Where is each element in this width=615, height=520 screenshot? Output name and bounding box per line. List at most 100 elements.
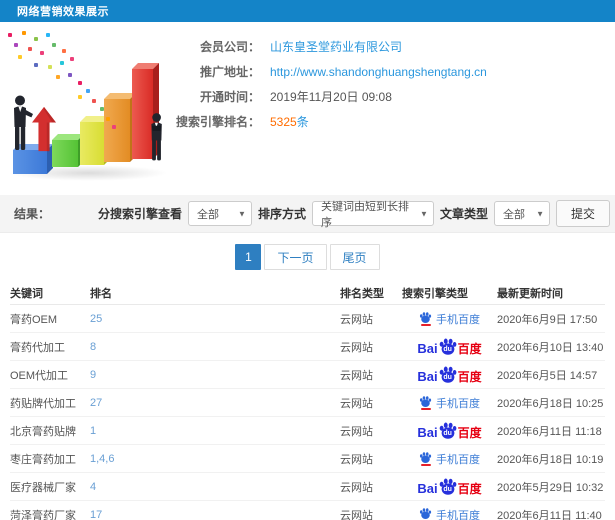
- account-info-section: 会员公司： 山东皇圣堂药业有限公司 推广地址： http://www.shand…: [0, 22, 615, 195]
- col-header-keyword: 关键词: [10, 287, 43, 300]
- account-info-rows: 会员公司： 山东皇圣堂药业有限公司 推广地址： http://www.shand…: [168, 34, 487, 134]
- sort-filter-select[interactable]: 关键词由短到长排序 ▼: [311, 201, 434, 229]
- title-bar: 网络营销效果展示: [0, 0, 615, 22]
- rank-type-cell: 云网站: [340, 509, 373, 520]
- baidu-paw-icon: du: [439, 478, 457, 495]
- member-company-label: 会员公司：: [199, 40, 260, 54]
- mobile-baidu-label: 手机百度: [436, 509, 480, 520]
- baidu-paw-icon: [419, 395, 432, 410]
- engine-type-cell: Bai du 百度: [402, 478, 497, 495]
- baidu-logo-du: du: [443, 486, 452, 493]
- growth-chart-illustration: [0, 27, 185, 192]
- promo-url-row: 推广地址： http://www.shandonghuangshengtang.…: [168, 59, 487, 84]
- keyword-cell: 药贴牌代加工: [10, 397, 76, 410]
- mobile-baidu-label: 手机百度: [436, 313, 480, 326]
- engine-type-cell: 手机百度: [402, 311, 497, 327]
- mobile-baidu-label: 手机百度: [436, 397, 480, 410]
- rank-link[interactable]: 25: [90, 313, 340, 325]
- rank-link[interactable]: 4: [90, 481, 340, 493]
- baidu-logo: Bai du 百度: [417, 366, 482, 384]
- rank-link[interactable]: 1,4,6: [90, 453, 340, 465]
- baidu-logo-du: du: [443, 346, 452, 353]
- updated-time-cell: 2020年6月18日 10:25: [497, 397, 604, 410]
- pagination: 1 下一页 尾页: [0, 233, 615, 281]
- baidu-paw-icon: du: [439, 366, 457, 383]
- rank-link[interactable]: 1: [90, 425, 340, 437]
- baidu-logo-bai: Bai: [417, 341, 438, 356]
- submit-button[interactable]: 提交: [555, 200, 610, 227]
- engine-rank-value: 5325条: [270, 115, 309, 129]
- page-button-current[interactable]: 1: [235, 244, 262, 270]
- baidu-paw-icon: [419, 507, 432, 520]
- rank-link[interactable]: 17: [90, 509, 340, 520]
- rank-link[interactable]: 27: [90, 397, 340, 409]
- keyword-cell: 枣庄膏药加工: [10, 453, 76, 466]
- engine-type-cell: 手机百度: [402, 395, 497, 411]
- updated-time-cell: 2020年6月10日 13:40: [497, 341, 604, 354]
- mobile-baidu-badge: 手机百度: [419, 507, 480, 520]
- member-company-link[interactable]: 山东皇圣堂药业有限公司: [270, 38, 402, 55]
- baidu-logo-cn: 百度: [457, 370, 482, 384]
- engine-type-cell: Bai du 百度: [402, 366, 497, 383]
- engine-filter-value: 全部: [196, 208, 219, 221]
- engine-type-cell: Bai du 百度: [402, 422, 497, 439]
- keyword-cell: 膏药代加工: [10, 341, 65, 354]
- chevron-down-icon: ▼: [238, 209, 246, 218]
- last-page-button[interactable]: 尾页: [329, 244, 380, 270]
- engine-type-cell: 手机百度: [402, 507, 497, 520]
- filter-bar: 结果： 分搜索引擎查看 全部 ▼ 排序方式 关键词由短到长排序 ▼ 文章类型 全…: [0, 195, 615, 233]
- table-header-row: 关键词 排名 排名类型 搜索引擎类型 最新更新时间: [10, 281, 605, 305]
- rank-link[interactable]: 9: [90, 369, 340, 381]
- baidu-paw-icon: [419, 311, 432, 326]
- baidu-logo-du: du: [443, 430, 452, 437]
- open-time-row: 开通时间： 2019年11月20日 09:08: [168, 84, 487, 109]
- table-row: 医疗器械厂家 4 云网站 Bai du 百度 2020年5月29日 10:32: [10, 473, 605, 501]
- article-type-select[interactable]: 全部 ▼: [493, 201, 550, 226]
- table-row: 药贴牌代加工 27 云网站 手机百度 2020年6月18日 10:25: [10, 389, 605, 417]
- updated-time-cell: 2020年5月29日 10:32: [497, 481, 604, 494]
- baidu-paw-icon: du: [439, 338, 457, 355]
- keyword-cell: 膏药OEM: [10, 313, 58, 326]
- rank-type-cell: 云网站: [340, 397, 373, 410]
- rank-type-cell: 云网站: [340, 341, 373, 354]
- table-row: 北京膏药贴牌 1 云网站 Bai du 百度 2020年6月11日 11:18: [10, 417, 605, 445]
- col-header-engine-type: 搜索引擎类型: [402, 287, 468, 300]
- mobile-baidu-label: 手机百度: [436, 453, 480, 466]
- table-row: OEM代加工 9 云网站 Bai du 百度 2020年6月5日 14:57: [10, 361, 605, 389]
- baidu-paw-icon: du: [439, 422, 457, 439]
- article-type-value: 全部: [502, 208, 525, 221]
- rank-type-cell: 云网站: [340, 481, 373, 494]
- engine-type-cell: Bai du 百度: [402, 338, 497, 355]
- table-body: 膏药OEM 25 云网站 手机百度 2020年6月9日 17:50 膏药代加工 …: [10, 305, 605, 520]
- next-page-button[interactable]: 下一页: [264, 244, 327, 270]
- businessman-left-icon: [14, 95, 33, 150]
- bar-blue: [13, 144, 53, 174]
- keyword-rank-table: 关键词 排名 排名类型 搜索引擎类型 最新更新时间 膏药OEM 25 云网站 手…: [10, 281, 605, 520]
- mobile-baidu-badge: 手机百度: [419, 311, 480, 327]
- col-header-rank: 排名: [90, 287, 112, 300]
- chevron-down-icon: ▼: [536, 209, 544, 218]
- rank-type-cell: 云网站: [340, 313, 373, 326]
- engine-filter-select[interactable]: 全部 ▼: [187, 201, 252, 226]
- baidu-logo-cn: 百度: [457, 342, 482, 356]
- rank-link[interactable]: 8: [90, 341, 340, 353]
- result-label: 结果：: [14, 207, 51, 221]
- rank-type-cell: 云网站: [340, 369, 373, 382]
- table-row: 枣庄膏药加工 1,4,6 云网站 手机百度 2020年6月18日 10:19: [10, 445, 605, 473]
- baidu-logo-cn: 百度: [457, 426, 482, 440]
- table-row: 菏泽膏药厂家 17 云网站 手机百度 2020年6月11日 11:40: [10, 501, 605, 520]
- updated-time-cell: 2020年6月5日 14:57: [497, 369, 598, 382]
- promo-url-link[interactable]: http://www.shandonghuangshengtang.cn: [270, 65, 487, 79]
- page-title: 网络营销效果展示: [17, 6, 109, 18]
- baidu-logo-bai: Bai: [417, 481, 438, 496]
- updated-time-cell: 2020年6月11日 11:18: [497, 425, 602, 438]
- baidu-logo: Bai du 百度: [417, 338, 482, 356]
- baidu-red-underline: [420, 463, 431, 466]
- rank-type-cell: 云网站: [340, 453, 373, 466]
- engine-rank-suffix: 条: [296, 115, 309, 129]
- baidu-red-underline: [420, 323, 431, 326]
- baidu-logo-du: du: [443, 374, 452, 381]
- baidu-logo-bai: Bai: [417, 369, 438, 384]
- baidu-logo-cn: 百度: [457, 482, 482, 496]
- rank-type-cell: 云网站: [340, 425, 373, 438]
